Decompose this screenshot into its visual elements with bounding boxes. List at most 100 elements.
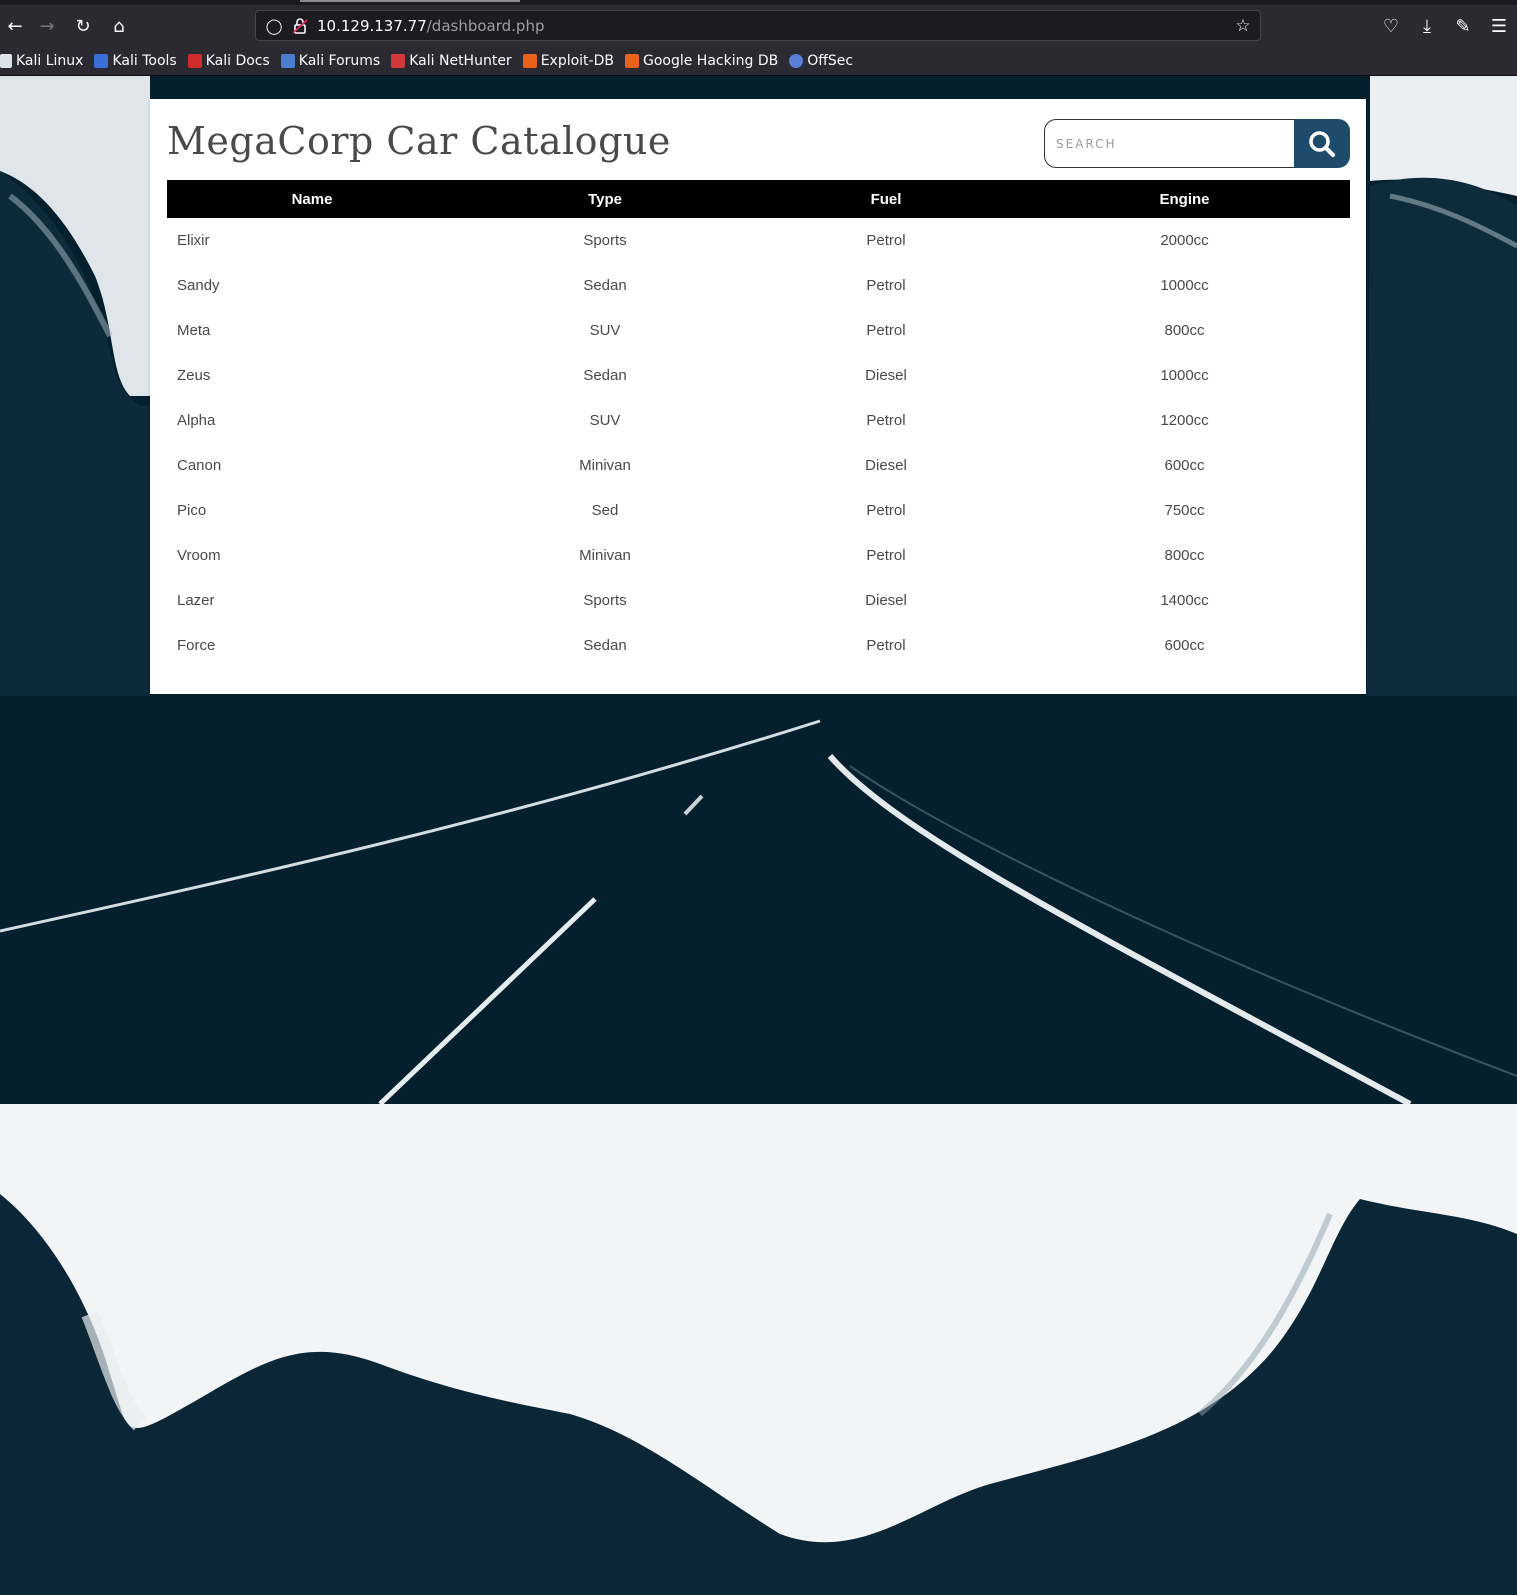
bookmark-label: Kali Tools <box>112 52 177 69</box>
page-title: MegaCorp Car Catalogue <box>167 119 671 163</box>
column-header-engine[interactable]: Engine <box>1019 180 1350 218</box>
cell-type: Minivan <box>579 547 631 564</box>
bookmark-kali-docs[interactable]: Kali Docs <box>187 52 270 69</box>
downloads-icon[interactable]: ⤓ <box>1409 11 1445 41</box>
url-bar[interactable]: ◯ 10.129.137.77/dashboard.php ☆ <box>255 10 1261 41</box>
cell-engine: 800cc <box>1164 322 1205 339</box>
search-icon <box>1309 130 1336 157</box>
url-host: 10.129.137.77 <box>317 17 427 35</box>
table-row: Zeus Sedan Diesel 1000cc <box>167 353 1350 398</box>
bookmark-offsec[interactable]: OffSec <box>789 53 853 69</box>
table-row: Canon Minivan Diesel 600cc <box>167 443 1350 488</box>
cell-fuel: Diesel <box>865 457 907 474</box>
cell-fuel: Petrol <box>866 637 906 654</box>
catalogue-card: MegaCorp Car Catalogue Name Type Fuel En… <box>150 99 1366 694</box>
cell-fuel: Petrol <box>866 502 906 519</box>
column-header-type[interactable]: Type <box>457 180 753 218</box>
cell-name: Vroom <box>177 547 221 564</box>
bookmark-kali-forums[interactable]: Kali Forums <box>280 52 381 69</box>
cell-type: Sports <box>583 232 627 249</box>
search-button[interactable] <box>1294 119 1350 168</box>
cell-engine: 1000cc <box>1160 367 1209 384</box>
url-text[interactable]: 10.129.137.77/dashboard.php <box>317 17 544 35</box>
cell-engine: 600cc <box>1164 637 1205 654</box>
cell-type: Minivan <box>579 457 631 474</box>
table-row: Alpha SUV Petrol 1200cc <box>167 398 1350 443</box>
bookmark-label: Kali NetHunter <box>409 52 512 69</box>
cell-engine: 800cc <box>1164 547 1205 564</box>
page-viewport: MegaCorp Car Catalogue Name Type Fuel En… <box>0 76 1517 1595</box>
table-body: Elixir Sports Petrol 2000cc Sandy Sedan Petro… <box>167 218 1350 668</box>
table-row: Pico Sed Petrol 750cc <box>167 488 1350 533</box>
shield-icon[interactable]: ◯ <box>264 16 284 36</box>
search-input[interactable] <box>1044 119 1294 168</box>
cell-name: Pico <box>177 502 207 519</box>
kali-forums-icon <box>280 53 295 68</box>
cell-fuel: Petrol <box>866 412 906 429</box>
bookmark-label: Exploit-DB <box>540 52 614 69</box>
car-table: Name Type Fuel Engine Elixir Sports Petrol… <box>167 180 1350 668</box>
ghdb-icon <box>624 53 639 68</box>
table-row: Vroom Minivan Petrol 800cc <box>167 533 1350 578</box>
table-header: Name Type Fuel Engine <box>167 180 1350 218</box>
bookmark-label: Kali Docs <box>205 52 270 69</box>
kali-tools-icon <box>94 53 109 68</box>
cell-fuel: Petrol <box>866 232 906 249</box>
cell-type: Sedan <box>583 367 627 384</box>
bookmark-label: OffSec <box>807 52 854 69</box>
toolbar-right: ♡ ⤓ ✎ ☰ <box>1373 11 1517 41</box>
extensions-icon[interactable]: ✎ <box>1445 11 1481 41</box>
column-header-name[interactable]: Name <box>167 180 457 218</box>
kali-docs-icon <box>187 53 202 68</box>
bookmark-star-icon[interactable]: ☆ <box>1232 15 1254 37</box>
cell-engine: 600cc <box>1164 457 1205 474</box>
table-row: Lazer Sports Diesel 1400cc <box>167 578 1350 623</box>
cell-type: Sedan <box>583 637 627 654</box>
exploit-db-icon <box>522 53 537 68</box>
offsec-icon <box>789 53 804 68</box>
cell-fuel: Petrol <box>866 322 906 339</box>
cell-engine: 2000cc <box>1160 232 1209 249</box>
reload-icon[interactable]: ↻ <box>68 11 98 41</box>
forward-icon[interactable]: → <box>32 11 62 41</box>
url-path: /dashboard.php <box>426 17 545 35</box>
lock-insecure-icon[interactable] <box>290 16 310 36</box>
bookmark-kali-tools[interactable]: Kali Tools <box>94 52 177 69</box>
bookmark-google-hacking-db[interactable]: Google Hacking DB <box>624 53 778 69</box>
cell-engine: 1400cc <box>1160 592 1209 609</box>
cell-name: Canon <box>177 457 222 474</box>
active-tab-indicator[interactable] <box>300 0 520 2</box>
cell-type: Sedan <box>583 277 627 294</box>
back-icon[interactable]: ← <box>0 11 30 41</box>
cell-type: Sed <box>591 502 619 519</box>
cell-type: SUV <box>589 322 621 339</box>
background-mountain-image <box>0 1104 1517 1595</box>
cell-name: Sandy <box>177 277 220 294</box>
browser-navbar: ← → ↻ ⌂ ◯ 10.129.137.77/dashboard.php ☆ … <box>0 5 1517 46</box>
cell-name: Force <box>177 637 216 654</box>
cell-name: Alpha <box>177 412 216 429</box>
bookmark-label: Kali Forums <box>298 52 381 69</box>
table-row: Meta SUV Petrol 800cc <box>167 308 1350 353</box>
home-icon[interactable]: ⌂ <box>104 11 134 41</box>
table-row: Sandy Sedan Petrol 1000cc <box>167 263 1350 308</box>
cell-fuel: Diesel <box>865 367 907 384</box>
table-row: Elixir Sports Petrol 2000cc <box>167 218 1350 263</box>
bookmark-kali-nethunter[interactable]: Kali NetHunter <box>391 52 512 69</box>
menu-icon[interactable]: ☰ <box>1481 11 1517 41</box>
cell-name: Zeus <box>177 367 211 384</box>
pocket-icon[interactable]: ♡ <box>1373 11 1409 41</box>
cell-type: SUV <box>589 412 621 429</box>
cell-fuel: Diesel <box>865 592 907 609</box>
kali-nethunter-icon <box>391 53 406 68</box>
bookmark-kali-linux[interactable]: Kali Linux <box>0 53 83 69</box>
cell-name: Elixir <box>177 232 210 249</box>
bookmark-exploit-db[interactable]: Exploit-DB <box>522 52 614 69</box>
cell-name: Meta <box>177 322 211 339</box>
cell-engine: 1200cc <box>1160 412 1209 429</box>
bookmarks-toolbar: Kali Linux Kali Tools Kali Docs Kali For… <box>0 46 1517 76</box>
cell-engine: 750cc <box>1164 502 1205 519</box>
column-header-fuel[interactable]: Fuel <box>753 180 1019 218</box>
cell-name: Lazer <box>177 592 215 609</box>
cell-fuel: Petrol <box>866 547 906 564</box>
